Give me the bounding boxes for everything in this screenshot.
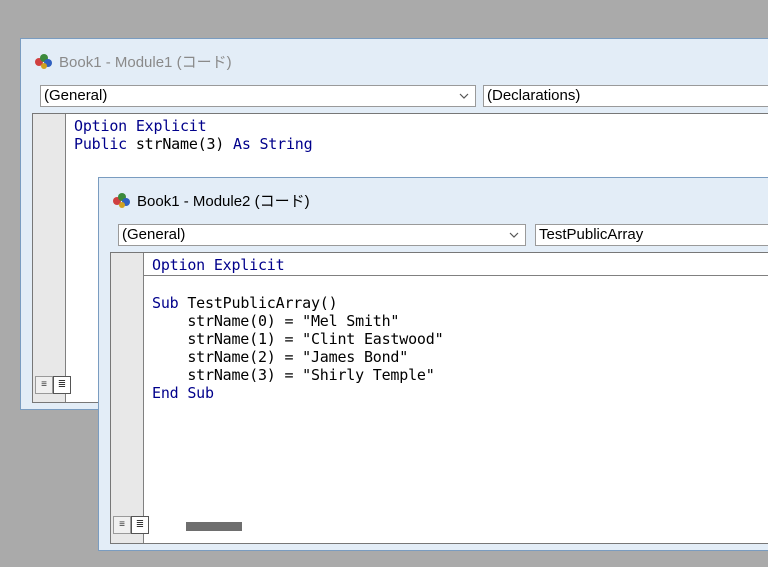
code-keyword: End Sub	[152, 384, 214, 402]
code-line[interactable]: Option Explicit	[74, 117, 312, 135]
code-token: strName(0) = "Mel Smith"	[152, 312, 400, 330]
full-module-view-icon[interactable]: ≣	[53, 376, 71, 394]
horizontal-scrollbar-thumb[interactable]	[186, 522, 242, 531]
module1-code-text[interactable]: Option Explicit Public strName(3) As Stri…	[74, 117, 313, 153]
code-line[interactable]: End Sub	[152, 384, 443, 402]
code-line[interactable]: strName(3) = "Shirly Temple"	[152, 366, 443, 384]
module1-margin-indicator-bar[interactable]	[33, 114, 66, 402]
code-line[interactable]: strName(0) = "Mel Smith"	[152, 312, 443, 330]
module2-object-value: (General)	[122, 226, 186, 243]
code-token: strName(2) = "James Bond"	[152, 348, 409, 366]
procedure-view-icon[interactable]: ≡	[35, 376, 53, 394]
module2-code-text[interactable]: Sub TestPublicArray() strName(0) = "Mel …	[152, 294, 444, 402]
module2-declarations-text[interactable]: Option Explicit	[152, 256, 285, 274]
vba-module-icon	[111, 190, 133, 210]
module2-window-title: Book1 - Module2 (コード)	[137, 192, 310, 210]
code-token: TestPublicArray()	[178, 294, 338, 312]
code-keyword: As String	[232, 135, 313, 153]
module2-code-editor[interactable]: Option Explicit Sub TestPublicArray() st…	[110, 252, 768, 544]
module2-code-window[interactable]: Book1 - Module2 (コード) (General) TestPubl…	[98, 177, 768, 551]
code-keyword: Option Explicit	[74, 117, 207, 135]
procedure-separator-line	[144, 275, 768, 276]
module2-title-bar[interactable]: Book1 - Module2 (コード)	[99, 178, 768, 222]
module2-view-buttons: ≡ ≣	[113, 516, 149, 534]
module1-procedure-dropdown[interactable]: (Declarations)	[483, 85, 768, 107]
procedure-view-icon[interactable]: ≡	[113, 516, 131, 534]
code-token: strName(3) = "Shirly Temple"	[152, 366, 435, 384]
module2-margin-indicator-bar[interactable]	[111, 253, 144, 543]
module1-title-bar[interactable]: Book1 - Module1 (コード)	[21, 39, 768, 83]
code-keyword: Public	[74, 135, 127, 153]
vba-module-icon	[33, 51, 55, 71]
module1-window-title: Book1 - Module1 (コード)	[59, 53, 232, 71]
chevron-down-icon[interactable]	[507, 226, 521, 244]
code-line[interactable]: strName(2) = "James Bond"	[152, 348, 443, 366]
module1-object-value: (General)	[44, 87, 108, 104]
code-line[interactable]: Public strName(3) As String	[74, 135, 313, 153]
code-line[interactable]: Option Explicit	[152, 256, 285, 274]
module1-procedure-value: (Declarations)	[487, 87, 581, 104]
module2-object-dropdown[interactable]: (General)	[118, 224, 526, 246]
code-line[interactable]: strName(1) = "Clint Eastwood"	[152, 330, 443, 348]
full-module-view-icon[interactable]: ≣	[131, 516, 149, 534]
module1-view-buttons: ≡ ≣	[35, 376, 71, 394]
code-keyword: Option Explicit	[152, 256, 285, 274]
code-line[interactable]: Sub TestPublicArray()	[152, 294, 443, 312]
module1-object-dropdown[interactable]: (General)	[40, 85, 476, 107]
module2-procedure-value: TestPublicArray	[539, 226, 644, 243]
code-keyword: Sub	[152, 294, 179, 312]
chevron-down-icon[interactable]	[457, 87, 471, 105]
code-token: strName(1) = "Clint Eastwood"	[152, 330, 444, 348]
code-token: strName(3)	[127, 135, 233, 153]
module2-procedure-dropdown[interactable]: TestPublicArray	[535, 224, 768, 246]
